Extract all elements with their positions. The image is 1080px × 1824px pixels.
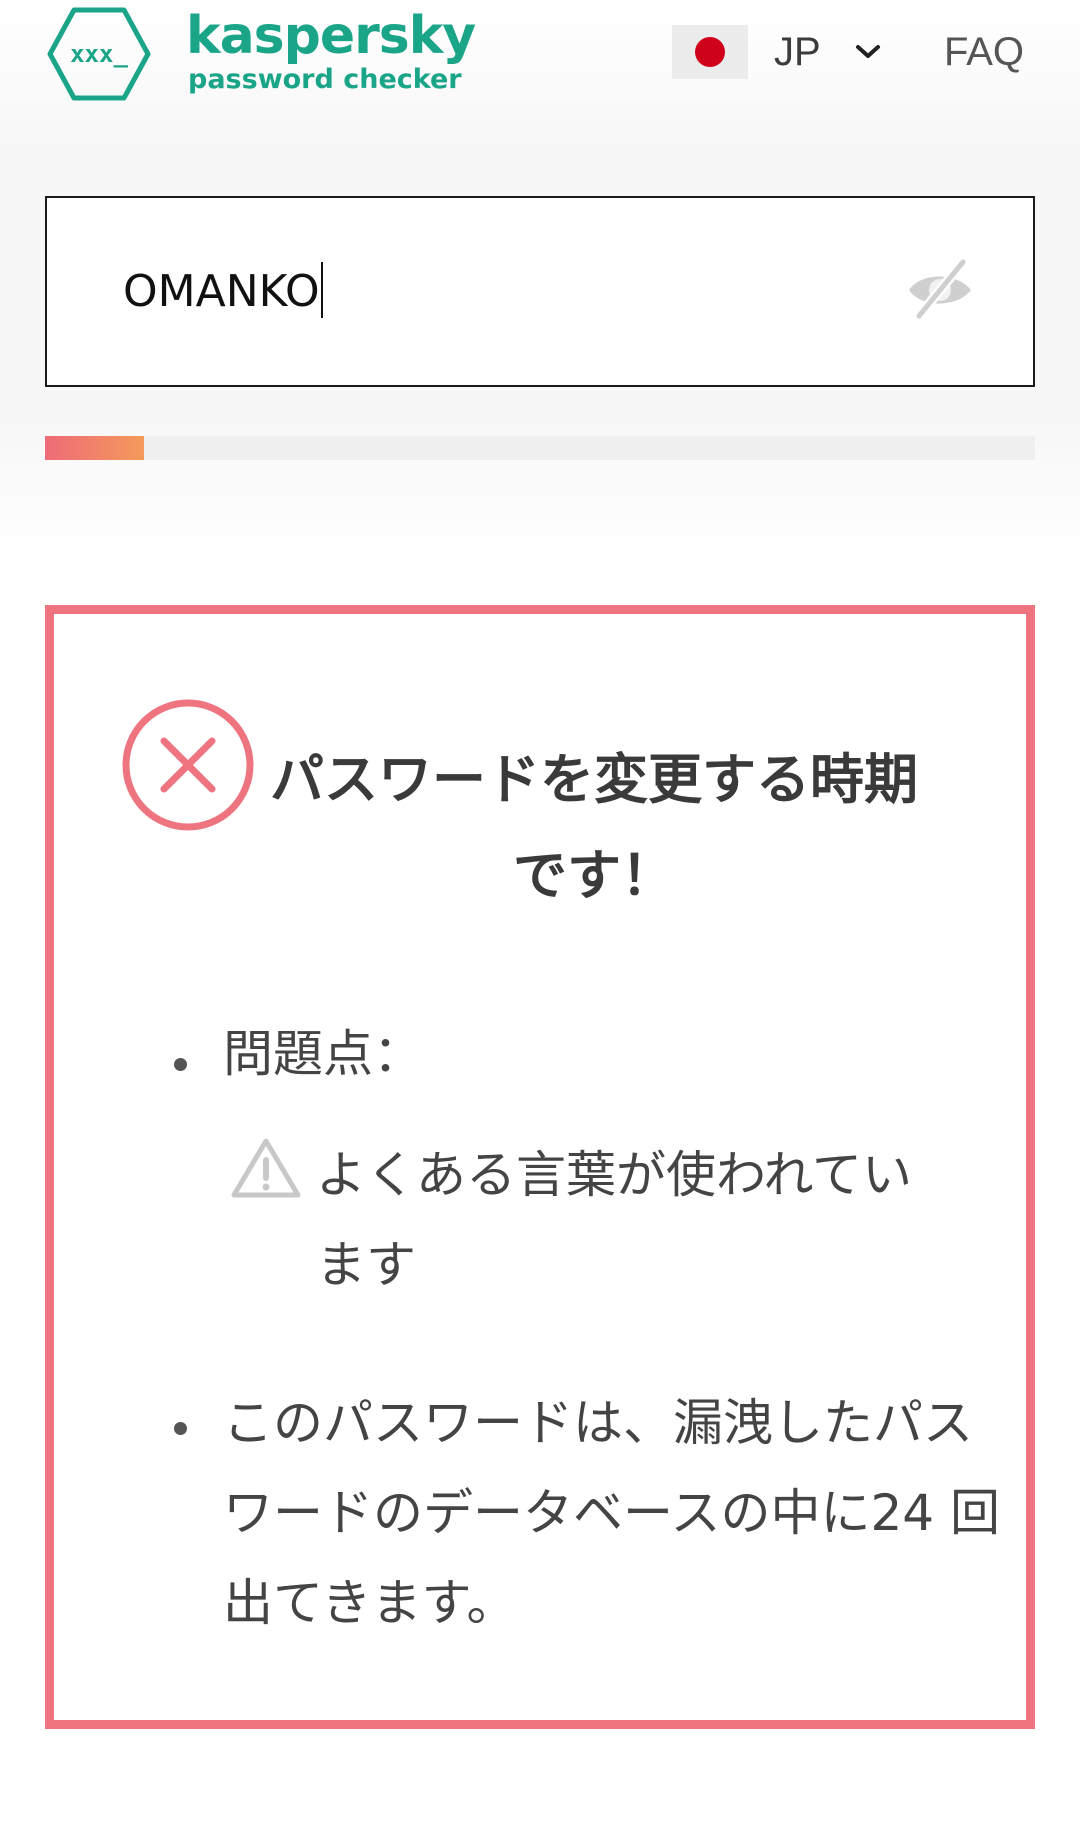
brand[interactable]: kaspersky password checker — [186, 6, 476, 96]
warning-triangle-icon — [230, 1136, 302, 1200]
issues-section: 問題点： よくある言葉が使われています — [114, 1014, 994, 1310]
issues-label: 問題点： — [223, 1025, 423, 1083]
kaspersky-logo-icon[interactable]: xxx_ — [46, 6, 152, 102]
result-headline: パスワードを変更する時期です！ — [270, 748, 918, 907]
result-card: パスワードを変更する時期です！ 問題点： よくある言葉が使われています このパス… — [45, 605, 1035, 1729]
language-code: JP — [774, 29, 821, 74]
eye-slash-icon[interactable] — [905, 256, 975, 322]
logo-text: xxx_ — [70, 40, 128, 68]
list-item: 問題点： — [114, 1014, 994, 1094]
error-circle-x-icon — [121, 698, 255, 832]
japan-flag-icon — [672, 25, 748, 79]
bullet-dot — [174, 1422, 187, 1435]
text-caret — [320, 262, 323, 318]
password-input[interactable]: OMANKO — [45, 196, 1035, 387]
brand-name: kaspersky — [186, 6, 476, 66]
brand-subtitle: password checker — [188, 64, 462, 95]
breach-message: このパスワードは、漏洩したパスワードのデータベースの中に24 回出てきます。 — [223, 1394, 1001, 1632]
strength-meter-fill — [45, 436, 144, 460]
issue-item: よくある言葉が使われています — [114, 1130, 994, 1310]
faq-link[interactable]: FAQ — [944, 30, 1024, 75]
chevron-down-icon — [855, 44, 881, 60]
strength-meter — [45, 436, 1035, 460]
list-item: このパスワードは、漏洩したパスワードのデータベースの中に24 回出てきます。 — [114, 1378, 1000, 1648]
password-checker-page: xxx_ kaspersky password checker JP FAQ O… — [0, 0, 1080, 1824]
flag-circle — [695, 37, 725, 67]
breach-row: このパスワードは、漏洩したパスワードのデータベースの中に24 回出てきます。 — [114, 1378, 1000, 1648]
password-text: OMANKO — [123, 266, 320, 317]
issue-common-word-text: よくある言葉が使われています — [316, 1146, 912, 1294]
password-input-value[interactable]: OMANKO — [123, 262, 323, 321]
bullet-dot — [174, 1058, 187, 1071]
language-selector[interactable]: JP — [672, 24, 881, 80]
